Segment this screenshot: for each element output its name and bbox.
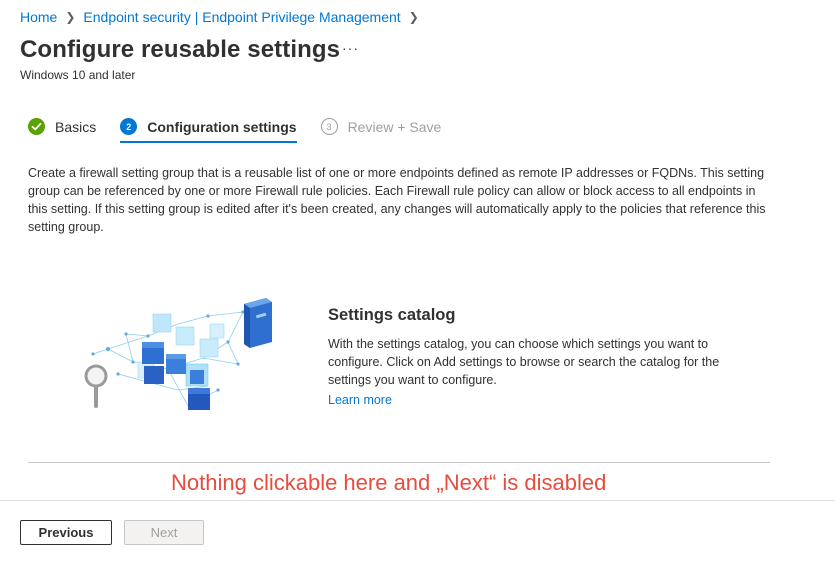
settings-catalog-panel: Settings catalog With the settings catal…: [328, 306, 748, 409]
breadcrumb: Home ❯ Endpoint security | Endpoint Priv…: [20, 9, 427, 25]
step-label: Basics: [55, 118, 97, 135]
footer-divider: [0, 500, 835, 501]
step-label: Review + Save: [347, 118, 442, 135]
wizard-steps: Basics 2 Configuration settings 3 Review…: [28, 118, 465, 143]
catalog-title: Settings catalog: [328, 306, 456, 324]
breadcrumb-home[interactable]: Home: [20, 9, 57, 25]
previous-button[interactable]: Previous: [20, 520, 112, 545]
page-subtitle: Windows 10 and later: [20, 68, 136, 82]
step-label: Configuration settings: [147, 118, 297, 135]
chevron-right-icon: ❯: [408, 10, 419, 24]
tab-review-save[interactable]: 3 Review + Save: [320, 118, 442, 143]
step-number: 2: [120, 118, 138, 135]
checkmark-icon: [28, 118, 45, 135]
page-description: Create a firewall setting group that is …: [28, 166, 766, 234]
next-button[interactable]: Next: [124, 520, 204, 545]
annotation-text: Nothing clickable here and „Next“ is dis…: [171, 470, 607, 495]
step-number: 3: [320, 118, 338, 135]
breadcrumb-endpoint-security[interactable]: Endpoint security | Endpoint Privilege M…: [83, 9, 400, 25]
more-options-icon[interactable]: ···: [342, 40, 359, 56]
catalog-description: With the settings catalog, you can choos…: [328, 337, 720, 387]
settings-catalog-illustration-icon: [78, 294, 280, 418]
active-tab-indicator: [120, 141, 297, 143]
page-title: Configure reusable settings: [20, 36, 341, 63]
chevron-right-icon: ❯: [65, 10, 76, 24]
tab-configuration-settings[interactable]: 2 Configuration settings: [120, 118, 297, 143]
tab-basics[interactable]: Basics: [28, 118, 96, 143]
divider: [28, 462, 770, 463]
learn-more-link[interactable]: Learn more: [328, 393, 392, 407]
